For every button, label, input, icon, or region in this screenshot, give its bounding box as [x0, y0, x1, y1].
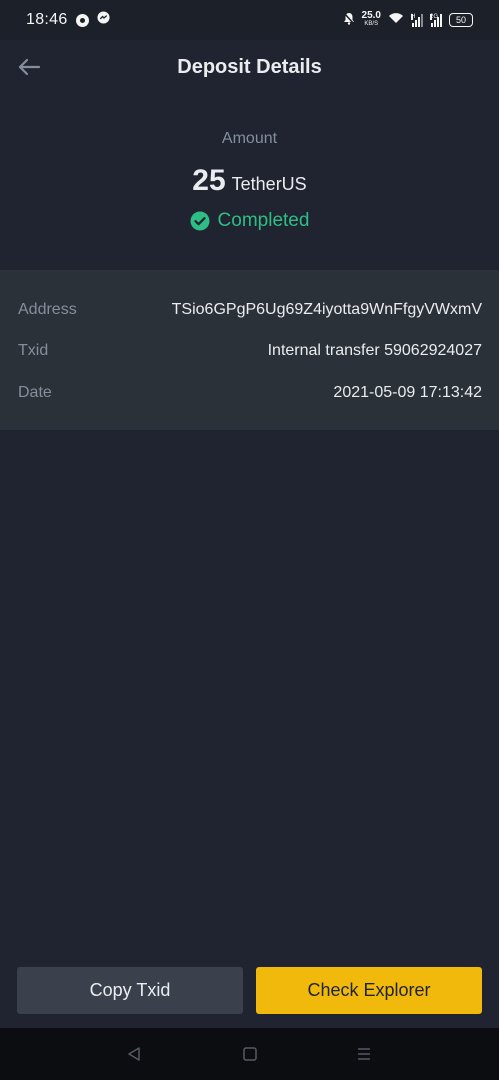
check-circle-icon	[190, 211, 210, 231]
amount-label: Amount	[221, 130, 278, 147]
date-label: Date	[18, 384, 52, 401]
nav-menu-button[interactable]	[354, 1044, 374, 1064]
date-row: Date 2021-05-09 17:13:42	[18, 378, 482, 408]
amount-row: 25 TetherUS	[0, 164, 499, 198]
nav-home-button[interactable]	[240, 1044, 260, 1064]
signal-1-icon: H	[411, 13, 423, 27]
status-bar-right: 25.0 KB/S H 2G 50	[342, 10, 473, 29]
status-time: 18:46	[26, 11, 68, 28]
nav-back-button[interactable]	[124, 1044, 144, 1064]
wifi-icon	[388, 11, 404, 29]
details-card: Address TSio6GPgP6Ug69Z4iyotta9WnFfgyVWx…	[0, 270, 499, 430]
check-explorer-button[interactable]: Check Explorer	[256, 967, 482, 1014]
menu-lines-icon	[358, 1048, 370, 1060]
square-home-icon	[243, 1047, 257, 1061]
status-bar: 18:46 25.0 KB/S H 2G 50	[0, 0, 499, 40]
system-navigation-bar	[0, 1028, 499, 1080]
back-button[interactable]	[14, 52, 44, 82]
status-text: Completed	[217, 210, 310, 231]
messenger-icon	[97, 11, 110, 29]
bell-muted-icon	[342, 12, 355, 28]
date-value: 2021-05-09 17:13:42	[333, 384, 482, 401]
amount-value: 25	[192, 164, 226, 197]
address-row[interactable]: Address TSio6GPgP6Ug69Z4iyotta9WnFfgyVWx…	[18, 295, 482, 325]
txid-label: Txid	[18, 342, 49, 359]
deposit-summary: Amount 25 TetherUS Completed	[0, 94, 499, 270]
battery-icon: 50	[449, 13, 473, 27]
triangle-back-icon	[128, 1047, 140, 1061]
network-speed: 25.0 KB/S	[361, 10, 381, 28]
network-speed-unit: KB/S	[364, 21, 379, 27]
txid-value[interactable]: Internal transfer 59062924027	[268, 342, 482, 360]
txid-row[interactable]: Txid Internal transfer 59062924027	[18, 336, 482, 366]
network-tag-1: H	[411, 13, 416, 20]
network-speed-value: 25.0	[361, 10, 381, 21]
network-tag-2: 2G	[430, 13, 439, 20]
status-row: Completed	[0, 210, 499, 232]
deposit-details-screen: 18:46 25.0 KB/S H 2G 50 Deposit Details …	[0, 0, 499, 1080]
page-title: Deposit Details	[177, 55, 322, 78]
address-value[interactable]: TSio6GPgP6Ug69Z4iyotta9WnFfgyVWxmV	[172, 301, 482, 319]
arrow-left-icon	[18, 58, 41, 76]
amount-unit: TetherUS	[231, 174, 307, 194]
status-bar-left: 18:46	[26, 11, 110, 29]
header: Deposit Details	[0, 40, 499, 94]
app-notification-icon	[75, 13, 89, 27]
signal-2-icon: 2G	[430, 13, 442, 27]
address-label: Address	[18, 301, 77, 318]
copy-txid-button[interactable]: Copy Txid	[17, 967, 243, 1014]
